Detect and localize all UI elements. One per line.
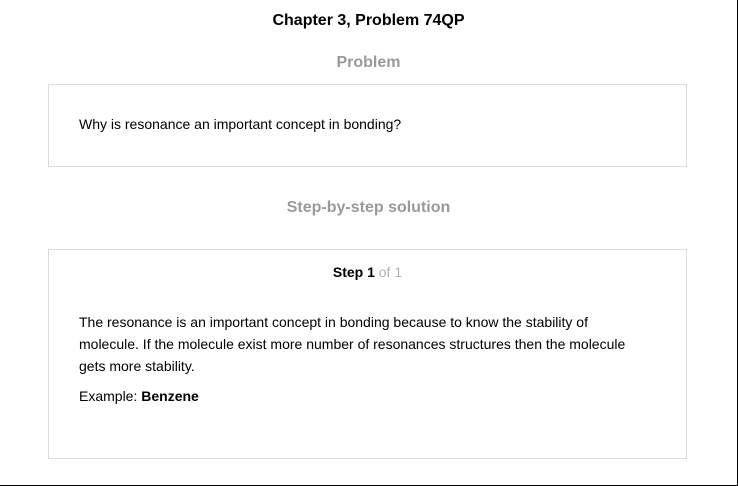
example-line: Example: Benzene bbox=[79, 385, 199, 407]
example-label: Example: bbox=[79, 388, 142, 404]
step-label: Step 1 bbox=[332, 264, 375, 280]
problem-card: Why is resonance an important concept in… bbox=[48, 84, 687, 167]
problem-text: Why is resonance an important concept in… bbox=[79, 116, 402, 132]
page-frame: Chapter 3, Problem 74QP Problem Why is r… bbox=[0, 0, 738, 486]
problem-heading: Problem bbox=[336, 54, 401, 71]
solution-heading: Step-by-step solution bbox=[286, 199, 451, 216]
solution-card: Step 1 of 1 The resonance is an importan… bbox=[48, 249, 687, 459]
step-header: Step 1 of 1 bbox=[49, 263, 686, 281]
step-count: of 1 bbox=[374, 264, 403, 280]
step-body: The resonance is an important concept in… bbox=[79, 311, 649, 377]
step-body-text: The resonance is an important concept in… bbox=[79, 314, 626, 374]
page-title: Chapter 3, Problem 74QP bbox=[272, 12, 465, 29]
example-value: Benzene bbox=[141, 388, 199, 404]
